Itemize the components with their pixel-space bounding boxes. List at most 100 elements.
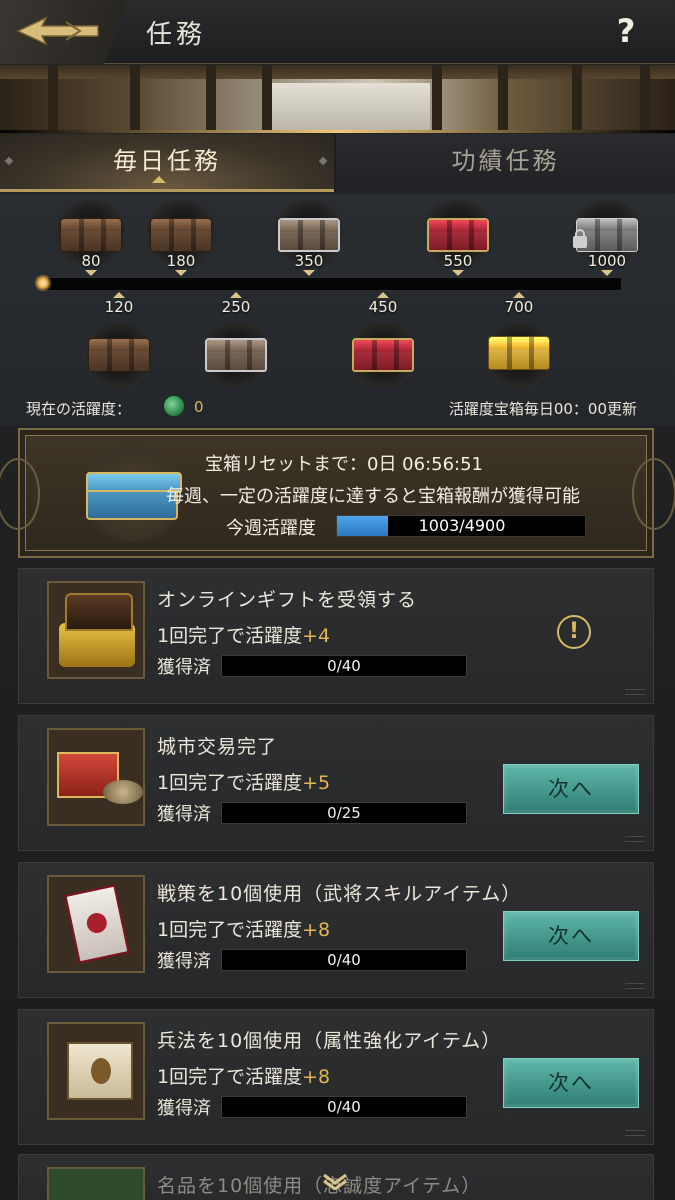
weekly-reset-countdown: 宝箱リセットまで：0日 06:56:51 xyxy=(205,454,484,475)
task-card: 兵法を10個使用（属性強化アイテム） 1回完了で活躍度+8 獲得済 0/40 次… xyxy=(18,1009,654,1145)
task-card: 城市交易完了 1回完了で活躍度+5 獲得済 0/25 次へ xyxy=(18,715,654,851)
chest-holder xyxy=(482,322,556,388)
task-progress-text: 0/25 xyxy=(327,804,361,822)
chest-threshold: 1000 xyxy=(587,252,627,270)
card-corner-decoration xyxy=(625,983,645,989)
task-reward: 1回完了で活躍度+8 xyxy=(157,919,331,941)
activity-progress-track xyxy=(40,277,622,291)
trade-goods-icon xyxy=(47,728,145,826)
alert-icon[interactable]: ! xyxy=(557,615,591,649)
daily-reset-note: 活躍度宝箱毎日00：00更新 xyxy=(448,400,637,418)
lock-icon xyxy=(573,229,587,248)
strategy-card-icon xyxy=(47,875,145,973)
activity-chest-350[interactable]: 350 xyxy=(272,200,346,276)
ornament-icon xyxy=(632,458,675,530)
activity-chest-550[interactable]: 550 xyxy=(421,200,495,276)
silver-chest-icon xyxy=(205,338,267,372)
milestone-marker-icon xyxy=(303,270,315,276)
banner-beam xyxy=(640,65,650,133)
chest-threshold: 450 xyxy=(368,298,398,316)
task-name: 名品を10個使用（忠誠度アイテム） xyxy=(157,1175,482,1197)
progress-label: 獲得済 xyxy=(157,951,211,972)
tab-daily-label: 毎日任務 xyxy=(113,147,221,175)
chest-threshold: 250 xyxy=(221,298,251,316)
tab-merit[interactable]: 功績任務 xyxy=(336,134,675,192)
chest-threshold: 550 xyxy=(443,252,473,270)
help-button[interactable]: ? xyxy=(613,12,639,50)
tab-bar: 毎日任務 功績任務 xyxy=(0,134,675,192)
activity-chest-80[interactable]: 80 xyxy=(54,200,128,276)
weekly-description: 毎週、一定の活躍度に達すると宝箱報酬が獲得可能 xyxy=(166,486,580,507)
next-button[interactable]: 次へ xyxy=(503,911,639,961)
task-name: オンラインギフトを受領する xyxy=(157,589,418,611)
card-corner-decoration xyxy=(625,1130,645,1136)
weekly-progress-label: 今週活躍度 xyxy=(226,518,316,539)
current-activity-value: 0 xyxy=(194,398,204,416)
banner-beam xyxy=(498,65,508,133)
activity-chest-700[interactable]: 700 xyxy=(482,292,556,388)
banner-beam xyxy=(572,65,582,133)
task-progress-text: 0/40 xyxy=(327,1098,361,1116)
task-reward: 1回完了で活躍度+8 xyxy=(157,1066,331,1088)
task-progress-text: 0/40 xyxy=(327,657,361,675)
weekly-progress-text: 1003/4900 xyxy=(418,516,506,535)
task-progress-bar: 0/40 xyxy=(221,655,467,677)
activity-chest-120[interactable]: 120 xyxy=(82,292,156,388)
card-corner-decoration xyxy=(625,836,645,842)
scroll-down-chevron-icon[interactable] xyxy=(321,1172,349,1190)
back-button[interactable] xyxy=(0,0,128,64)
progress-label: 獲得済 xyxy=(157,657,211,678)
tab-daily[interactable]: 毎日任務 xyxy=(0,134,334,192)
page-title: 任務 xyxy=(146,20,207,50)
chest-threshold: 180 xyxy=(166,252,196,270)
selected-tab-marker-icon xyxy=(152,176,166,183)
activity-chest-180[interactable]: 180 xyxy=(144,200,218,276)
weekly-reward-banner: 宝箱リセットまで：0日 06:56:51 毎週、一定の活躍度に達すると宝箱報酬が… xyxy=(0,428,675,558)
task-name: 兵法を10個使用（属性強化アイテム） xyxy=(157,1030,502,1052)
activity-chest-250[interactable]: 250 xyxy=(199,292,273,388)
reward-plus: +4 xyxy=(302,625,331,647)
jade-icon xyxy=(163,395,185,417)
tab-merit-label: 功績任務 xyxy=(451,147,560,175)
gold-chest-icon xyxy=(488,336,550,370)
banner-glow-line xyxy=(0,130,675,133)
next-button[interactable]: 次へ xyxy=(503,764,639,814)
milestone-marker-icon xyxy=(601,270,613,276)
activity-chest-1000[interactable]: 1000 xyxy=(570,200,644,276)
silver-chest-icon xyxy=(278,218,340,252)
banner-doorway xyxy=(270,83,430,133)
wood-chest-icon xyxy=(88,338,150,372)
reward-plus: +8 xyxy=(302,919,331,941)
chest-threshold: 80 xyxy=(81,252,101,270)
scroll-book-icon xyxy=(47,1022,145,1120)
task-progress-bar: 0/25 xyxy=(221,802,467,824)
chest-threshold: 350 xyxy=(294,252,324,270)
activity-chest-450[interactable]: 450 xyxy=(346,292,420,388)
progress-label: 獲得済 xyxy=(157,1098,211,1119)
wood-chest-icon xyxy=(60,218,122,252)
banner-beam xyxy=(206,65,216,133)
task-screen: 任務 ? 毎日任務 功績任務 80 180 350 550 1000 120 2… xyxy=(0,0,675,1200)
red-chest-icon xyxy=(427,218,489,252)
milestone-marker-icon xyxy=(85,270,97,276)
reward-plus: +5 xyxy=(302,772,331,794)
header-banner-image xyxy=(0,65,675,133)
task-name: 城市交易完了 xyxy=(157,736,278,758)
chest-threshold: 120 xyxy=(104,298,134,316)
card-corner-decoration xyxy=(625,689,645,695)
header: 任務 ? xyxy=(0,0,675,64)
task-card: オンラインギフトを受領する 1回完了で活躍度+4 獲得済 0/40 ! xyxy=(18,568,654,704)
red-chest-icon xyxy=(352,338,414,372)
milestone-marker-icon xyxy=(175,270,187,276)
banner-beam xyxy=(432,65,442,133)
next-button[interactable]: 次へ xyxy=(503,1058,639,1108)
task-reward: 1回完了で活躍度+4 xyxy=(157,625,331,647)
wood-chest-icon xyxy=(150,218,212,252)
task-progress-text: 0/40 xyxy=(327,951,361,969)
task-progress-bar: 0/40 xyxy=(221,1096,467,1118)
current-activity-label: 現在の活躍度： xyxy=(26,400,132,418)
banner-beam xyxy=(262,65,272,133)
task-card: 戦策を10個使用（武将スキルアイテム） 1回完了で活躍度+8 獲得済 0/40 … xyxy=(18,862,654,998)
milestone-marker-icon xyxy=(452,270,464,276)
ornament-icon xyxy=(0,458,40,530)
